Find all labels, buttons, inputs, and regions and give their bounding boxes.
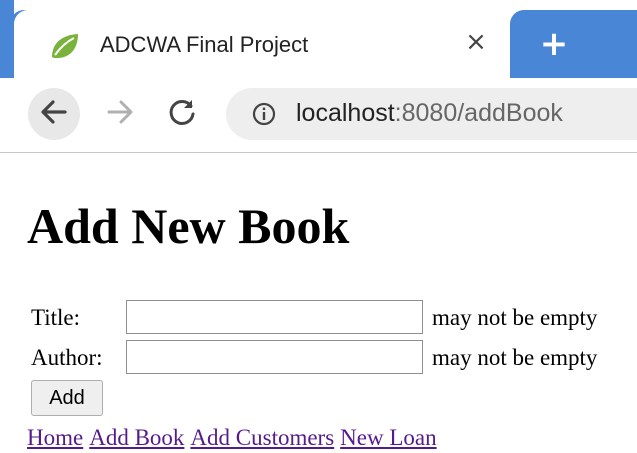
title-input[interactable] — [126, 300, 423, 334]
url-path: :8080/addBook — [394, 99, 563, 127]
reload-button[interactable] — [156, 88, 208, 140]
tab-strip: ADCWA Final Project × + — [0, 0, 637, 78]
author-error: may not be empty — [432, 345, 598, 370]
active-tab[interactable]: ADCWA Final Project × — [14, 10, 510, 78]
info-icon[interactable] — [252, 102, 276, 126]
author-input[interactable] — [126, 340, 423, 374]
url-host: localhost — [296, 99, 395, 127]
new-tab-button[interactable]: + — [510, 10, 637, 78]
author-label: Author: — [31, 345, 103, 370]
home-link[interactable]: Home — [27, 425, 83, 450]
add-customers-link[interactable]: Add Customers — [190, 425, 334, 450]
address-bar[interactable]: localhost:8080/addBook — [226, 88, 637, 140]
new-loan-link[interactable]: New Loan — [340, 425, 436, 450]
title-error: may not be empty — [432, 305, 598, 330]
forward-button[interactable] — [94, 88, 146, 140]
nav-links: Home Add Book Add Customers New Loan — [27, 424, 443, 452]
tab-strip-edge — [0, 0, 14, 78]
add-button[interactable]: Add — [31, 380, 103, 416]
back-arrow-icon — [39, 97, 69, 132]
page-title: Add New Book — [27, 198, 350, 254]
tab-title: ADCWA Final Project — [100, 32, 309, 57]
url-text: localhost:8080/addBook — [296, 99, 563, 128]
plus-icon: + — [539, 24, 569, 64]
title-label: Title: — [31, 305, 81, 330]
close-icon[interactable]: × — [462, 28, 490, 56]
forward-arrow-icon — [105, 97, 135, 132]
reload-icon — [167, 97, 197, 132]
back-button[interactable] — [28, 88, 80, 140]
browser-toolbar: localhost:8080/addBook — [0, 78, 637, 153]
leaf-icon — [48, 31, 82, 61]
add-book-link[interactable]: Add Book — [89, 425, 184, 450]
